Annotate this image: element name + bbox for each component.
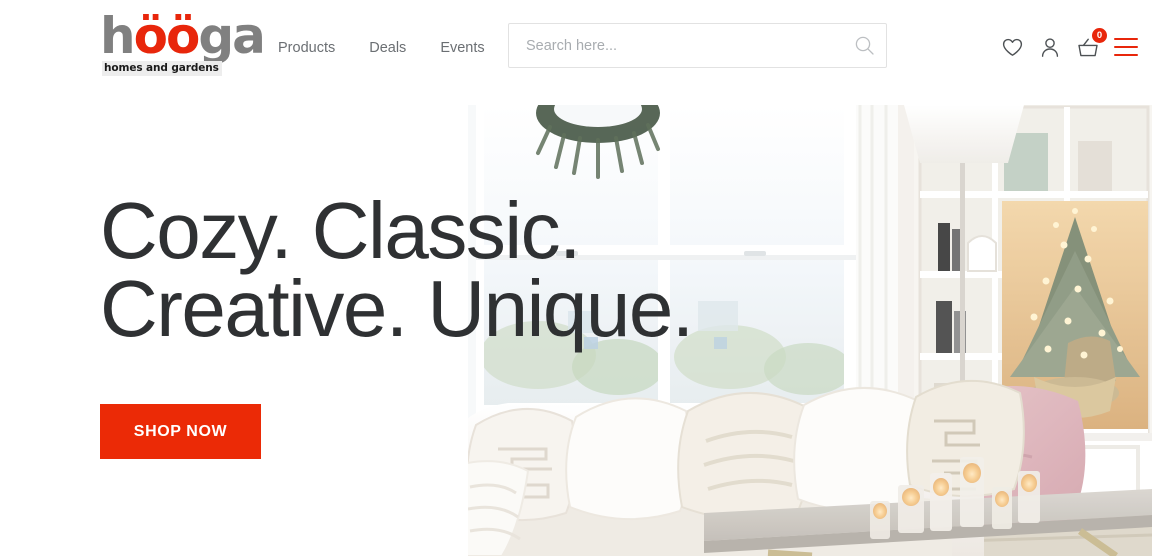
logo-tagline: homes and gardens bbox=[102, 61, 222, 76]
main-navigation: Products Deals Events bbox=[278, 40, 485, 56]
cart-button[interactable]: 0 bbox=[1076, 28, 1107, 60]
logo-text-h: h bbox=[100, 7, 136, 65]
user-icon bbox=[1041, 37, 1059, 57]
hero-headline-line-1: Cozy. Classic. bbox=[100, 186, 581, 275]
shop-now-button[interactable]: SHOP NOW bbox=[100, 404, 261, 459]
page-root: hööga homes and gardens Products Deals E… bbox=[0, 0, 1152, 556]
nav-item-products[interactable]: Products bbox=[278, 40, 335, 56]
nav-item-deals[interactable]: Deals bbox=[369, 40, 406, 56]
search-icon bbox=[855, 36, 874, 55]
nav-item-events[interactable]: Events bbox=[440, 40, 484, 56]
logo-text-oo: öö bbox=[133, 7, 201, 65]
site-header: hööga homes and gardens Products Deals E… bbox=[0, 0, 1152, 96]
cart-count-badge: 0 bbox=[1092, 28, 1107, 43]
brand-logo[interactable]: hööga homes and gardens bbox=[100, 10, 266, 78]
logo-wordmark: hööga bbox=[100, 7, 266, 65]
hamburger-line-3 bbox=[1114, 54, 1138, 56]
account-button[interactable] bbox=[1038, 34, 1062, 60]
wishlist-button[interactable] bbox=[1000, 34, 1024, 60]
hamburger-line-1 bbox=[1114, 38, 1138, 40]
hamburger-menu-button[interactable] bbox=[1114, 38, 1138, 56]
hero-copy: Cozy. Classic. Creative. Unique. SHOP NO… bbox=[100, 186, 694, 459]
hero-headline: Cozy. Classic. Creative. Unique. bbox=[100, 186, 694, 353]
hamburger-line-2 bbox=[1114, 46, 1138, 48]
header-icon-group: 0 bbox=[1000, 28, 1138, 60]
logo-text-ga: ga bbox=[198, 7, 266, 65]
search-box[interactable] bbox=[508, 23, 887, 68]
heart-icon bbox=[1002, 38, 1022, 56]
hero-headline-line-2: Creative. Unique. bbox=[100, 264, 694, 353]
search-submit-button[interactable] bbox=[842, 24, 886, 67]
search-input[interactable] bbox=[509, 24, 842, 67]
